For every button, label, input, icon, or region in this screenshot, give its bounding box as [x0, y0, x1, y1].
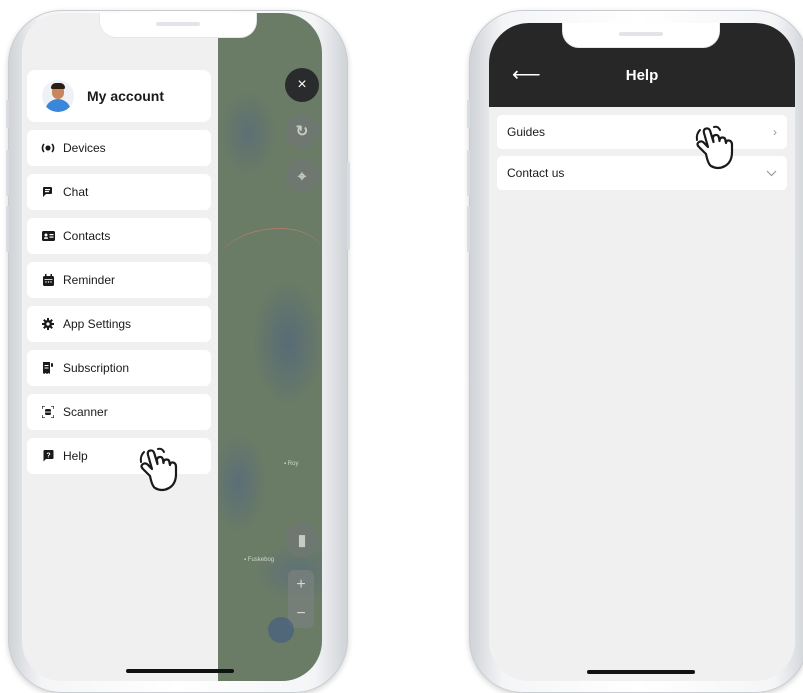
my-account-label: My account [87, 88, 165, 104]
home-indicator [587, 670, 695, 674]
menu-item-label: Help [63, 449, 88, 463]
side-button [467, 150, 470, 196]
menu-item-subscription[interactable]: Subscription [27, 350, 211, 386]
notch [563, 23, 719, 47]
side-button [6, 206, 9, 252]
refresh-icon: ↻ [295, 123, 309, 140]
refresh-button[interactable]: ↻ [285, 114, 319, 148]
close-icon: × [297, 76, 307, 93]
menu-item-label: Chat [63, 185, 89, 199]
map-place-label: ▪ Fuskebog [244, 557, 275, 563]
side-drawer: My account Devices Chat Contacts Reminde [22, 13, 218, 681]
side-button [6, 150, 9, 196]
menu-item-label: Scanner [63, 405, 108, 419]
side-button [347, 162, 350, 250]
help-content: Guides › Contact us [489, 107, 795, 681]
accordion-contact-us[interactable]: Contact us [497, 156, 787, 190]
menu-item-label: Subscription [63, 361, 130, 375]
map-place-label: ▪ Roy [284, 461, 299, 467]
chevron-down-icon [766, 166, 777, 180]
close-drawer-button[interactable]: × [285, 68, 319, 102]
chat-icon [41, 185, 55, 199]
scanner-icon [41, 405, 55, 419]
menu-item-devices[interactable]: Devices [27, 130, 211, 166]
tap-hand-icon [139, 447, 178, 492]
crosshair-icon: ⌖ [297, 167, 307, 185]
menu-item-scanner[interactable]: Scanner [27, 394, 211, 430]
accordion-label: Contact us [507, 166, 565, 180]
screen-left: ▪ Roy ▪ Fuskebog × ↻ ⌖ ▮ + − My account … [22, 13, 322, 681]
menu-item-chat[interactable]: Chat [27, 174, 211, 210]
menu-item-label: Devices [63, 141, 106, 155]
menu-item-label: Contacts [63, 229, 111, 243]
zoom-out-button[interactable]: − [296, 605, 305, 623]
map-layers-button[interactable]: ▮ [285, 523, 319, 557]
zoom-controls: + − [288, 570, 314, 628]
help-icon: ? [41, 449, 55, 463]
gear-icon [41, 317, 55, 331]
calendar-icon [41, 273, 55, 287]
receipt-icon [41, 361, 55, 375]
side-button [467, 206, 470, 252]
side-button [467, 100, 470, 128]
devices-icon [41, 141, 55, 155]
side-button [6, 100, 9, 128]
notch [100, 13, 256, 37]
home-indicator [126, 669, 234, 673]
map-icon: ▮ [297, 532, 307, 549]
menu-item-label: Reminder [63, 273, 116, 287]
accordion-guides[interactable]: Guides › [497, 115, 787, 149]
chevron-right-icon: › [773, 125, 777, 139]
my-account-button[interactable]: My account [27, 70, 211, 122]
screen-right: ⟵ Help Guides › Contact us [489, 23, 795, 681]
contacts-icon [41, 229, 55, 243]
svg-text:?: ? [46, 452, 50, 459]
map-marker[interactable] [268, 617, 294, 643]
locate-button[interactable]: ⌖ [285, 159, 319, 193]
menu-item-reminder[interactable]: Reminder [27, 262, 211, 298]
tap-hand-icon [695, 125, 734, 170]
user-avatar [42, 80, 74, 112]
menu-item-contacts[interactable]: Contacts [27, 218, 211, 254]
menu-item-label: App Settings [63, 317, 132, 331]
accordion-label: Guides [507, 125, 546, 139]
menu-item-app-settings[interactable]: App Settings [27, 306, 211, 342]
zoom-in-button[interactable]: + [296, 576, 305, 594]
map-road [218, 228, 322, 289]
page-title: Help [625, 67, 659, 84]
